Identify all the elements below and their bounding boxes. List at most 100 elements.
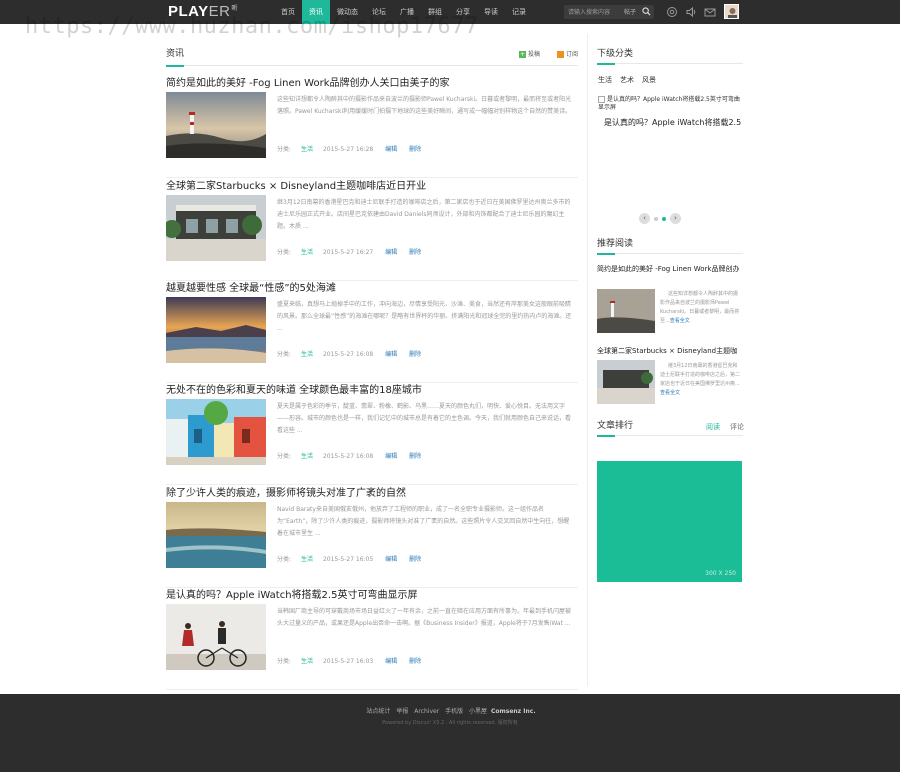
edit-link[interactable]: 编辑: [385, 453, 397, 460]
article-excerpt: 当韩国厂商主导的可穿戴商场市场日益红火了一年有余，之前一直在暗在应用方面有所事为…: [277, 608, 572, 627]
article-title[interactable]: 无处不在的色彩和夏天的味道 全球颜色最丰富的18座城市: [166, 381, 422, 396]
tab-comments[interactable]: 评论: [730, 422, 744, 432]
article-date: 2015-5-27 16:08: [322, 453, 374, 460]
footer-link-stats[interactable]: 站点统计: [366, 708, 390, 715]
article-title[interactable]: 越夏越要性感 全球最“性感”的5处海滩: [166, 279, 336, 294]
subcategory-list: 生活 艺术 风景: [598, 75, 656, 85]
recommend-item-title[interactable]: 简约是如此的美好 -Fog Linen Work品牌创办: [597, 264, 743, 275]
delete-link[interactable]: 删除: [409, 146, 421, 153]
category-label: 分类:: [277, 249, 292, 256]
edit-link[interactable]: 编辑: [385, 146, 397, 153]
edit-link[interactable]: 编辑: [385, 658, 397, 665]
article-meta: 分类: 生活 2015-5-27 16:05 编辑 删除: [277, 554, 431, 563]
article-excerpt: Navid Baraty来自美国俄亥俄州，他放弃了工程师的职业，成了一名全职专业…: [277, 506, 570, 537]
slider-dot-active[interactable]: [662, 216, 666, 221]
post-button[interactable]: + 投稿: [518, 49, 540, 58]
category-label: 分类:: [277, 351, 292, 358]
read-more-link[interactable]: 查看全文: [670, 318, 690, 324]
category-label: 分类:: [277, 556, 292, 563]
subcategory-art[interactable]: 艺术: [620, 75, 634, 85]
column-divider: [587, 34, 588, 686]
slider-caption[interactable]: 是认真的吗？Apple iWatch将搭载2.5: [604, 117, 741, 128]
delete-link[interactable]: 删除: [409, 249, 421, 256]
article-title[interactable]: 全球第二家Starbucks × Disneyland主题咖啡店近日开业: [166, 177, 426, 192]
footer-link-report[interactable]: 举报: [396, 708, 408, 715]
delete-link[interactable]: 删除: [409, 556, 421, 563]
mail-icon[interactable]: [704, 6, 716, 18]
logo-superscript: 听: [231, 6, 238, 12]
nav-guide[interactable]: 导读: [477, 0, 505, 24]
section-title-underline: [166, 65, 184, 67]
watermark-url: https://www.huzhan.com/ishop17677: [25, 14, 479, 39]
recommend-thumbnail[interactable]: [597, 289, 655, 333]
nav-records[interactable]: 记录: [505, 0, 533, 24]
category-label: 分类:: [277, 453, 292, 460]
category-link[interactable]: 生活: [301, 351, 313, 358]
footer-link-blackroom[interactable]: 小黑屋: [469, 708, 487, 715]
article-date: 2015-5-27 16:28: [322, 146, 374, 153]
delete-link[interactable]: 删除: [409, 351, 421, 358]
article-thumbnail[interactable]: [166, 195, 266, 261]
slider-dot[interactable]: [654, 216, 658, 221]
article-thumbnail[interactable]: [166, 604, 266, 670]
delete-link[interactable]: 删除: [409, 658, 421, 665]
article-excerpt: 这些知详想都令人陶醉其中的摄影作品来自波兰的摄影师Pawel Kucharski…: [277, 96, 572, 115]
edit-link[interactable]: 编辑: [385, 351, 397, 358]
article-thumbnail[interactable]: [166, 297, 266, 363]
footer-link-mobile[interactable]: 手机版: [445, 708, 463, 715]
rss-button[interactable]: 订阅: [556, 49, 578, 58]
ranking-tabs: 阅读 评论: [706, 422, 744, 432]
footer-links: 站点统计 举报 Archiver 手机版 小黑屋 Comsenz Inc.: [0, 706, 900, 715]
article-date: 2015-5-27 16:08: [322, 351, 374, 358]
footer-link-archiver[interactable]: Archiver: [414, 708, 439, 715]
article-excerpt: 夏天是属于色彩的季节，靛蓝、翡翠、粉橡、鹤影、乌黑……夏天的颜色丸们，明快、爱心…: [277, 403, 572, 434]
search-icon[interactable]: [642, 7, 651, 16]
search-box[interactable]: 请输入搜索内容 帖子: [564, 5, 654, 19]
slider-image-placeholder[interactable]: 是认真的吗？Apple iWatch将搭载2.5英寸可弯曲显示屏: [598, 96, 742, 112]
article-meta: 分类: 生活 2015-5-27 16:27 编辑 删除: [277, 247, 431, 256]
ranking-title: 文章排行: [597, 421, 634, 431]
article-date: 2015-5-27 16:03: [322, 658, 374, 665]
read-more-link[interactable]: 查看全文: [660, 390, 680, 396]
article-date: 2015-5-27 16:05: [322, 556, 374, 563]
article-thumbnail[interactable]: [166, 92, 266, 158]
article-date: 2015-5-27 16:27: [322, 249, 374, 256]
article-meta: 分类: 生活 2015-5-27 16:08 编辑 删除: [277, 349, 431, 358]
slider-next-button[interactable]: ›: [670, 213, 681, 224]
rss-icon: [556, 51, 564, 58]
ad-banner[interactable]: 300 X 250: [597, 461, 742, 582]
article-title[interactable]: 除了少许人类的痕迹，摄影师将镜头对准了广袤的自然: [166, 484, 406, 499]
slider-controls: ‹ ›: [639, 213, 681, 224]
article-thumbnail[interactable]: [166, 399, 266, 465]
speaker-icon[interactable]: [685, 6, 697, 18]
article-meta: 分类: 生活 2015-5-27 16:08 编辑 删除: [277, 451, 431, 460]
article-title[interactable]: 是认真的吗？Apple iWatch将搭载2.5英寸可弯曲显示屏: [166, 586, 417, 601]
search-scope-select[interactable]: 帖子: [624, 7, 636, 16]
article-title[interactable]: 简约是如此的美好 -Fog Linen Work品牌创办人关口由美子的家: [166, 74, 450, 89]
ad-size-label: 300 X 250: [705, 570, 736, 577]
user-avatar[interactable]: [724, 4, 739, 19]
subcategory-scenery[interactable]: 风景: [642, 75, 656, 85]
recommend-excerpt: 继3月12日南幕的香港星巴克和迪士尼联手打造的咖啡店之后，第二家店也于近日在美国…: [660, 362, 742, 398]
category-link[interactable]: 生活: [301, 146, 313, 153]
edit-link[interactable]: 编辑: [385, 556, 397, 563]
footer-company[interactable]: Comsenz Inc.: [491, 708, 536, 715]
article-thumbnail[interactable]: [166, 502, 266, 568]
delete-link[interactable]: 删除: [409, 453, 421, 460]
edit-link[interactable]: 编辑: [385, 249, 397, 256]
category-link[interactable]: 生活: [301, 658, 313, 665]
recommend-title: 推荐阅读: [597, 239, 634, 249]
at-mention-icon[interactable]: [666, 6, 678, 18]
search-input[interactable]: 请输入搜索内容: [568, 7, 610, 16]
subcategory-life[interactable]: 生活: [598, 75, 612, 85]
category-link[interactable]: 生活: [301, 249, 313, 256]
recommend-thumbnail[interactable]: [597, 360, 655, 404]
category-link[interactable]: 生活: [301, 453, 313, 460]
article-item: 简约是如此的美好 -Fog Linen Work品牌创办人关口由美子的家 这些知…: [166, 74, 578, 178]
category-link[interactable]: 生活: [301, 556, 313, 563]
post-label: 投稿: [527, 51, 540, 58]
article-excerpt: 盛夏来临，真想马上抛掉手中的工作，冲向海边，尽情享受阳光、沙滩、美食，当然还有岸…: [277, 301, 572, 332]
recommend-item-title[interactable]: 全球第二家Starbucks × Disneyland主题咖: [597, 346, 743, 357]
slider-prev-button[interactable]: ‹: [639, 213, 650, 224]
tab-reads[interactable]: 阅读: [706, 422, 720, 432]
